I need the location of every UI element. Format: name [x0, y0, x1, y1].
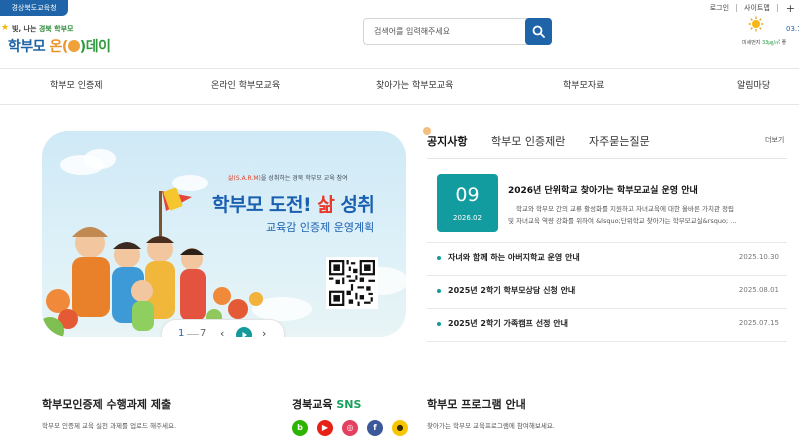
tab-certification-info[interactable]: 학부모 인증제란	[491, 133, 565, 149]
featured-date-badge: 09 2026.02	[437, 174, 498, 232]
program-desc: 찾아가는 학부모 교육프로그램에 참여해보세요.	[427, 422, 555, 430]
bullet	[437, 289, 441, 293]
sns-title-a: 경북교육	[292, 398, 333, 411]
cert-submission-title[interactable]: 학부모인증제 수행과제 제출	[42, 396, 171, 412]
top-utility-bar: 경상북도교육청 로그인 사이트맵 +	[0, 0, 799, 16]
nav-item-resources[interactable]: 학부모자료	[563, 69, 604, 104]
more-link[interactable]: 더보기	[765, 135, 784, 145]
weather-temperature: 03.1	[786, 25, 799, 33]
list-item[interactable]: 2025년 2학기 가족캠프 선정 안내 2025.07.15	[427, 308, 787, 342]
logo-wordmark: 학부모 온( )데이	[8, 36, 111, 56]
divider	[427, 341, 787, 342]
bullet	[437, 322, 441, 326]
nav-item-online-education[interactable]: 온라인 학부모교육	[211, 69, 280, 104]
list-item[interactable]: 자녀와 함께 하는 아버지학교 운영 안내 2025.10.30	[427, 242, 787, 276]
fine-dust: 미세먼지 33㎍/㎥ 좋	[742, 39, 786, 46]
banner-title-a: 학부모 도전!	[212, 194, 312, 216]
list-item[interactable]: 2025년 2학기 학부모상담 신청 안내 2025.08.01	[427, 275, 787, 309]
bullet	[437, 256, 441, 260]
pager-total: 7	[200, 328, 207, 337]
logo-tagline-highlight: 경북 학부모	[38, 25, 74, 33]
banner-subtitle-highlight: 삶(S.A.R.M)	[228, 175, 261, 182]
notice-date: 2025.10.30	[738, 253, 779, 261]
chevron-right-icon[interactable]: ›	[262, 327, 266, 337]
play-icon	[242, 332, 247, 337]
pager-divider	[187, 334, 199, 335]
fine-dust-status: 좋	[781, 40, 787, 46]
cert-submission-desc: 학부모 인증제 교육 실천 과제를 업로드 해주세요.	[42, 422, 177, 430]
logo-word-c: )데이	[79, 39, 111, 55]
featured-year-month: 2026.02	[453, 214, 482, 222]
featured-desc-line1: 학교와 학부모 간의 교류 활성화를 지원하고 자녀교육에 대한 올바른 가치관…	[516, 205, 735, 213]
sns-title: 경북교육 SNS	[292, 396, 361, 412]
banner-subtitle-rest: 을 성취하는 경북 학부모 교육 참여	[260, 175, 348, 182]
banner-title-c: 성취	[340, 194, 375, 216]
notice-date: 2025.08.01	[738, 286, 779, 294]
blog-icon[interactable]: b	[292, 420, 308, 436]
nav-item-certification[interactable]: 학부모 인증제	[50, 69, 103, 104]
qr-code[interactable]	[326, 257, 378, 309]
search-icon	[532, 25, 545, 38]
banner-subtitle: 삶(S.A.R.M)을 성취하는 경북 학부모 교육 참여	[228, 173, 348, 182]
nav-item-visiting-education[interactable]: 찾아가는 학부모교육	[376, 69, 453, 104]
featured-desc-line2: 및 자녀교육 역량 강화를 위하여 &lsquo;단위학교 찾아가는 학부모교실…	[508, 217, 737, 225]
logo-tagline-prefix: 빛, 나는	[12, 25, 37, 33]
search-box	[363, 18, 552, 45]
main-nav: 학부모 인증제 온라인 학부모교육 찾아가는 학부모교육 학부모자료 알림마당	[0, 68, 799, 105]
main-banner[interactable]: 삶(S.A.R.M)을 성취하는 경북 학부모 교육 참여 학부모 도전! 삶 …	[42, 131, 406, 337]
pager-current: 1	[178, 328, 185, 337]
facebook-icon[interactable]: f	[367, 420, 383, 436]
site-logo[interactable]: ★ 빛, 나는 경북 학부모 학부모 온()데이	[1, 23, 136, 58]
logo-word-a: 학부모	[8, 39, 46, 55]
banner-description: 교육감 인증제 운영계획	[266, 221, 375, 234]
logo-figure-icon	[67, 40, 80, 52]
sun-icon	[748, 16, 764, 32]
notice-date: 2025.07.15	[738, 319, 779, 327]
instagram-icon[interactable]: ◎	[342, 420, 358, 436]
qr-pattern	[329, 260, 375, 306]
nav-item-notices[interactable]: 알림마당	[737, 69, 770, 104]
search-button[interactable]	[525, 18, 552, 45]
divider	[427, 158, 787, 159]
sns-title-b: SNS	[336, 398, 362, 411]
sitemap-link[interactable]: 사이트맵	[737, 3, 777, 13]
notice-title[interactable]: 자녀와 함께 하는 아버지학교 운영 안내	[448, 252, 580, 263]
logo-word-b: 온(	[49, 39, 69, 55]
org-tab[interactable]: 경상북도교육청	[0, 0, 68, 16]
featured-notice-title[interactable]: 2026년 단위학교 찾아가는 학부모교실 운영 안내	[508, 183, 698, 196]
featured-day: 09	[455, 184, 480, 206]
tab-notices[interactable]: 공지사항	[427, 133, 467, 149]
kakao-icon[interactable]: ●	[392, 420, 408, 436]
plus-icon[interactable]: +	[778, 2, 799, 15]
notice-title[interactable]: 2025년 2학기 학부모상담 신청 안내	[448, 285, 575, 296]
tab-faq[interactable]: 자주묻는질문	[589, 133, 650, 149]
banner-title-b: 삶	[317, 194, 335, 216]
program-title[interactable]: 학부모 프로그램 안내	[427, 396, 526, 412]
fine-dust-value: 33㎍/㎥	[762, 40, 781, 46]
logo-tagline: 빛, 나는 경북 학부모	[4, 24, 74, 34]
banner-title: 학부모 도전! 삶 성취	[212, 190, 375, 217]
featured-notice-desc: 학교와 학부모 간의 교류 활성화를 지원하고 자녀교육에 대한 올바른 가치관…	[508, 203, 783, 227]
fine-dust-label: 미세먼지	[742, 40, 761, 46]
search-input[interactable]	[364, 19, 526, 44]
banner-pager: 1 7 ‹ ›	[161, 319, 285, 337]
play-button[interactable]	[236, 327, 252, 337]
notice-title[interactable]: 2025년 2학기 가족캠프 선정 안내	[448, 318, 568, 329]
youtube-icon[interactable]: ▶	[317, 420, 333, 436]
login-link[interactable]: 로그인	[703, 3, 736, 13]
chevron-left-icon[interactable]: ‹	[220, 327, 224, 337]
weather-widget: 03.1 미세먼지 33㎍/㎥ 좋	[740, 14, 799, 52]
